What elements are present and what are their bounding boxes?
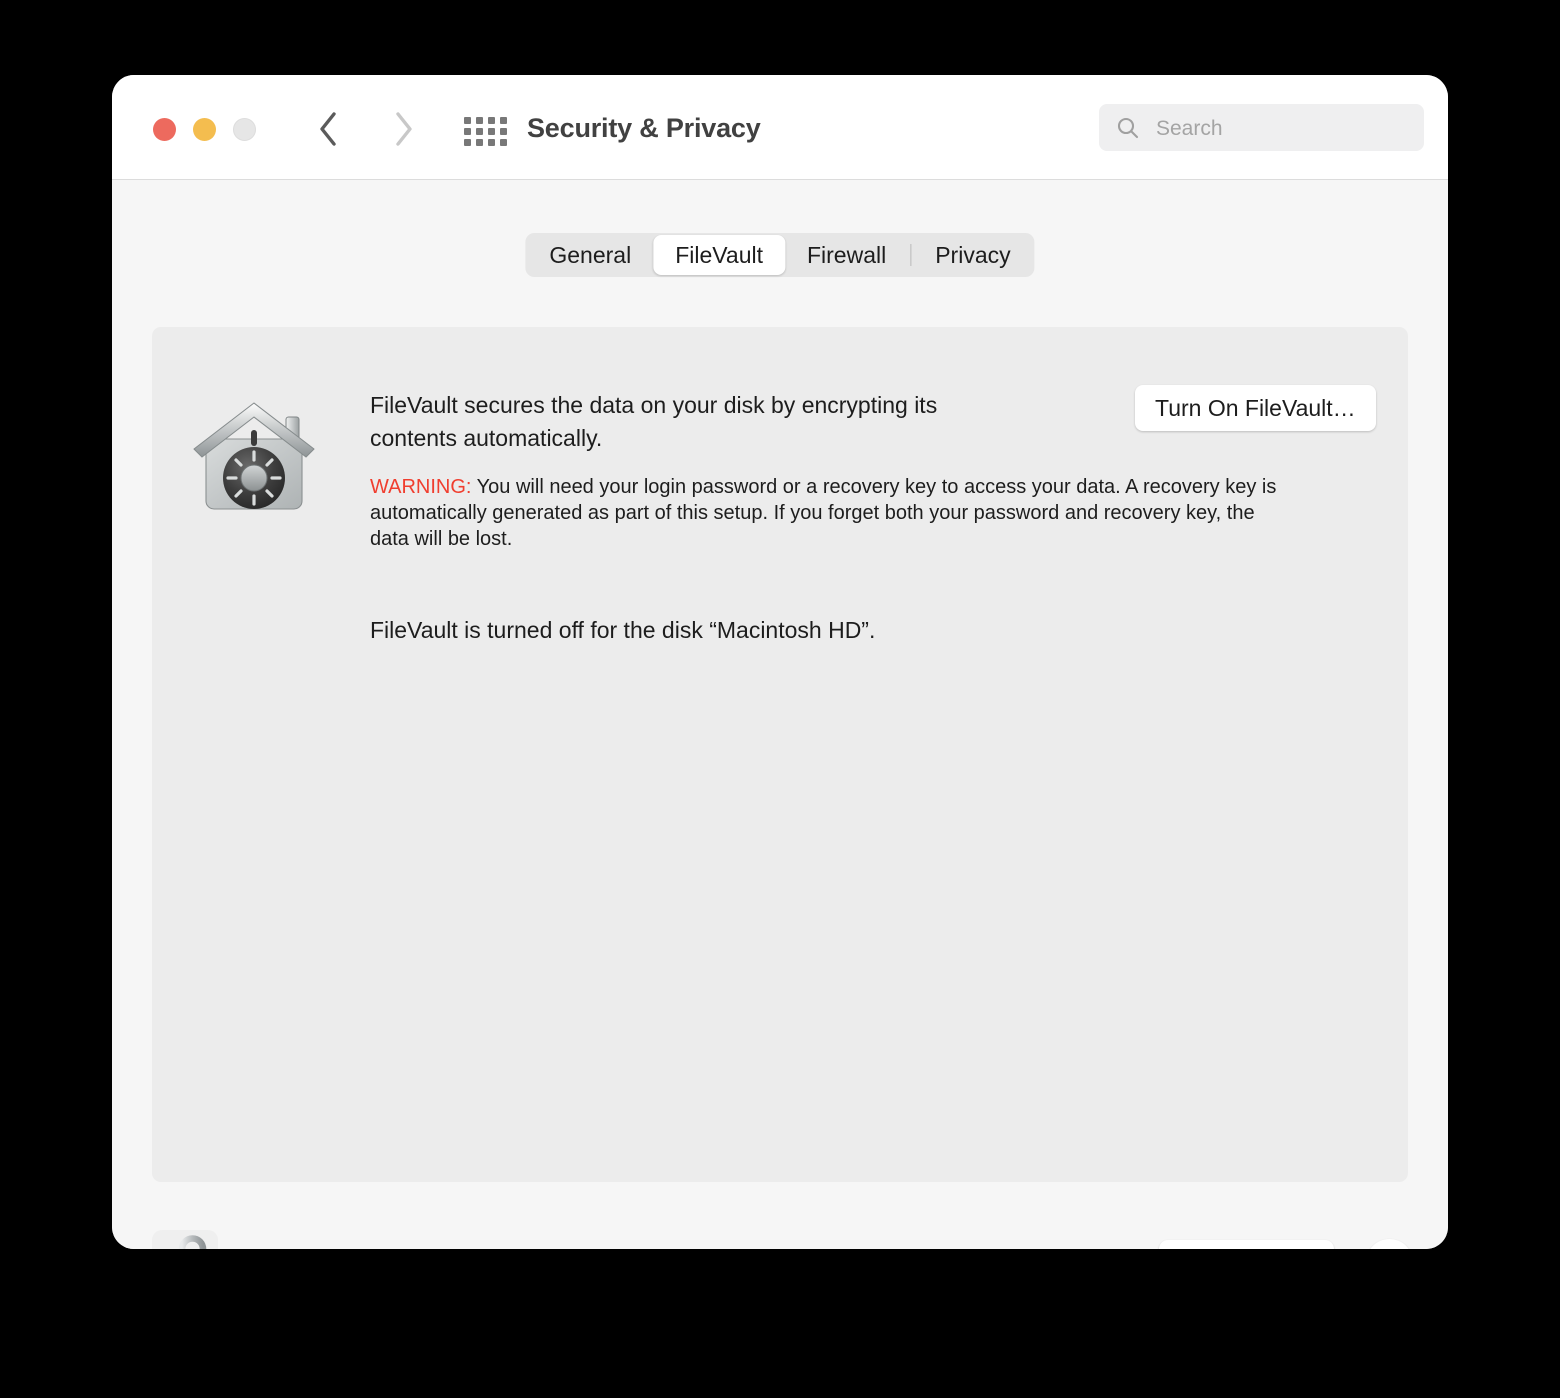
tab-general[interactable]: General xyxy=(527,235,653,275)
filevault-warning: WARNING: You will need your login passwo… xyxy=(370,474,1280,552)
maximize-button[interactable] xyxy=(233,118,256,141)
filevault-panel: FileVault secures the data on your disk … xyxy=(152,327,1408,1182)
advanced-button[interactable]: Advanced… xyxy=(1159,1240,1334,1249)
close-button[interactable] xyxy=(153,118,176,141)
filevault-status-text: FileVault is turned off for the disk “Ma… xyxy=(370,617,876,643)
back-chevron-icon[interactable] xyxy=(308,109,348,149)
unlocked-padlock-icon[interactable] xyxy=(152,1230,218,1249)
search-icon xyxy=(1116,116,1140,145)
warning-label: WARNING: xyxy=(370,476,472,498)
preferences-window: Security & Privacy General FileVault Fir… xyxy=(112,75,1448,1249)
search-field[interactable] xyxy=(1099,104,1424,153)
filevault-headline: FileVault secures the data on your disk … xyxy=(370,392,938,451)
search-input[interactable] xyxy=(1154,104,1413,153)
filevault-house-vault-icon xyxy=(190,397,324,515)
tab-separator xyxy=(910,244,912,266)
page-title: Security & Privacy xyxy=(527,113,761,143)
forward-chevron-icon[interactable] xyxy=(384,109,424,149)
lock-hint-text: Click the lock to prevent further change… xyxy=(229,1248,646,1249)
tab-privacy[interactable]: Privacy xyxy=(913,235,1032,275)
show-all-grid-icon[interactable] xyxy=(464,117,507,146)
tab-firewall[interactable]: Firewall xyxy=(785,235,908,275)
minimize-button[interactable] xyxy=(193,118,216,141)
window-titlebar: Security & Privacy xyxy=(112,75,1448,180)
help-button[interactable]: ? xyxy=(1366,1239,1413,1249)
tab-bar: General FileVault Firewall Privacy xyxy=(525,233,1035,277)
turn-on-filevault-button[interactable]: Turn On FileVault… xyxy=(1135,385,1376,431)
tab-filevault[interactable]: FileVault xyxy=(653,235,785,275)
warning-text: You will need your login password or a r… xyxy=(370,476,1277,550)
window-body: General FileVault Firewall Privacy FileV… xyxy=(112,180,1448,1249)
